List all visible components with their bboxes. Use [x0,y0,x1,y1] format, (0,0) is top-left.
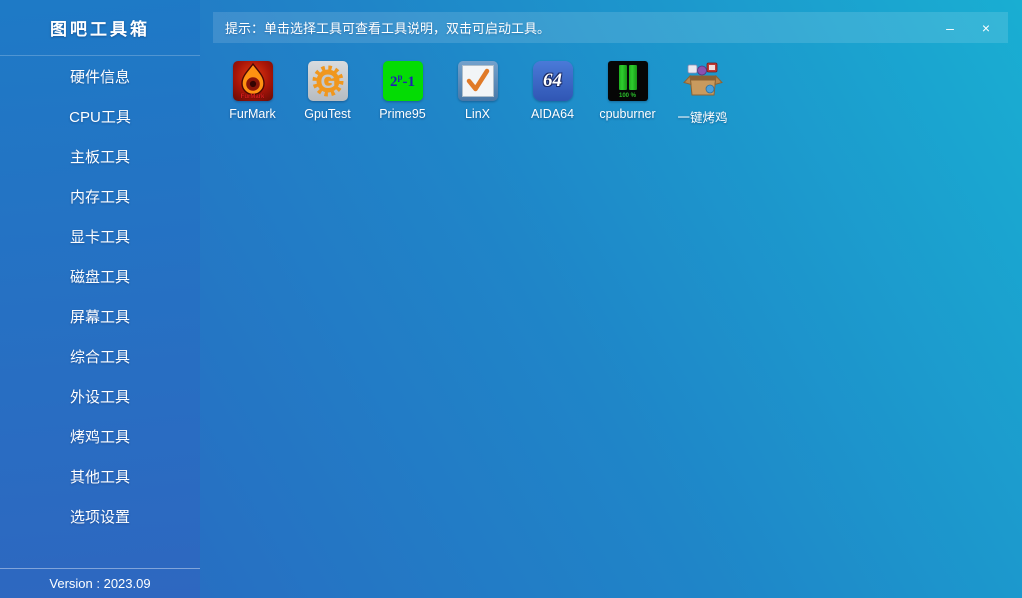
sidebar-item-disk-tools[interactable]: 磁盘工具 [0,256,200,296]
checkmark-panel [462,65,494,97]
hint-bar: 提示：单击选择工具可查看工具说明，双击可启动工具。 – × [213,12,1008,43]
close-button[interactable]: × [976,18,996,38]
tool-aida64[interactable]: 64 AIDA64 [515,61,590,126]
tool-cpuburner[interactable]: 100 % cpuburner [590,61,665,126]
gputest-icon-text: G [320,72,335,93]
tool-prime95[interactable]: 2p-1 Prime95 [365,61,440,126]
mersenne-prime-icon: 2p-1 [383,61,423,101]
version-label: Version : 2023.09 [0,568,200,598]
checkmark-icon [458,61,498,101]
tool-label: GpuTest [304,107,351,121]
sidebar: 图吧工具箱 硬件信息 CPU工具 主板工具 内存工具 显卡工具 磁盘工具 屏幕工… [0,0,200,598]
prime95-formula: 2p-1 [390,73,415,90]
sidebar-item-motherboard-tools[interactable]: 主板工具 [0,136,200,176]
gear-g-icon: G [308,61,348,101]
tool-label: Prime95 [379,107,426,121]
load-bar [619,65,627,90]
tool-label: FurMark [229,107,276,121]
tool-one-key-stress-test[interactable]: 一键烤鸡 [665,61,740,126]
sidebar-item-gpu-tools[interactable]: 显卡工具 [0,216,200,256]
app-title: 图吧工具箱 [0,0,200,56]
sidebar-item-hardware-info[interactable]: 硬件信息 [0,56,200,96]
main-area: 提示：单击选择工具可查看工具说明，双击可启动工具。 – × FurMark Fu… [200,0,1022,598]
cpu-load-bars-icon: 100 % [608,61,648,101]
tool-label: AIDA64 [531,107,574,121]
minimize-button[interactable]: – [940,18,960,38]
sidebar-item-other-tools[interactable]: 其他工具 [0,456,200,496]
sidebar-item-screen-tools[interactable]: 屏幕工具 [0,296,200,336]
load-bar [629,65,637,90]
hint-text: 提示：单击选择工具可查看工具说明，双击可启动工具。 [225,18,550,37]
furmark-icon-text: FurMark [233,94,273,100]
sidebar-item-options-settings[interactable]: 选项设置 [0,496,200,536]
tools-row: FurMark FurMark G GpuTest 2p-1 [215,61,740,126]
aida64-badge-icon: 64 [533,61,573,101]
package-box-icon [683,61,723,101]
tool-label: 一键烤鸡 [677,107,727,126]
aida64-icon-text: 64 [543,70,562,92]
tool-linx[interactable]: LinX [440,61,515,126]
sidebar-item-memory-tools[interactable]: 内存工具 [0,176,200,216]
tool-gputest[interactable]: G GpuTest [290,61,365,126]
furmark-flame-icon: FurMark [233,61,273,101]
app-window: 图吧工具箱 硬件信息 CPU工具 主板工具 内存工具 显卡工具 磁盘工具 屏幕工… [0,0,1022,598]
window-controls: – × [940,18,996,38]
tool-furmark[interactable]: FurMark FurMark [215,61,290,126]
cpuburner-icon-text: 100 % [608,93,648,99]
tool-label: cpuburner [599,107,655,121]
sidebar-item-comprehensive-tools[interactable]: 综合工具 [0,336,200,376]
sidebar-item-stress-test-tools[interactable]: 烤鸡工具 [0,416,200,456]
sidebar-nav: 硬件信息 CPU工具 主板工具 内存工具 显卡工具 磁盘工具 屏幕工具 综合工具… [0,56,200,536]
sidebar-item-cpu-tools[interactable]: CPU工具 [0,96,200,136]
tool-label: LinX [465,107,490,121]
sidebar-item-peripheral-tools[interactable]: 外设工具 [0,376,200,416]
